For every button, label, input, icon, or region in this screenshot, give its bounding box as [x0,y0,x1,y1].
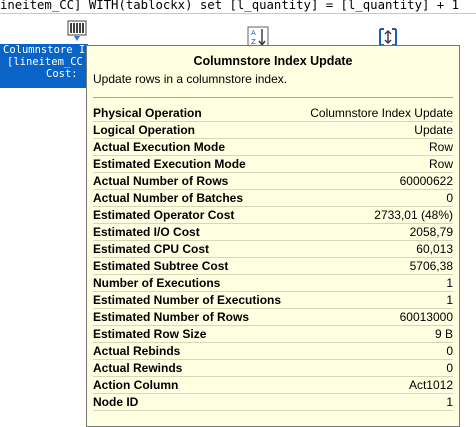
property-label: Actual Rewinds [93,361,183,375]
property-row: Actual Rebinds 0 [93,343,453,360]
property-value: 2058,79 [409,225,453,239]
property-label: Estimated Number of Rows [93,310,250,324]
property-value: Act1012 [408,378,453,392]
property-row: Actual Number of Rows 60000622 [93,173,453,190]
property-value: 1 [446,293,453,307]
property-row: Estimated Execution Mode Row [93,156,453,173]
tooltip-separator [93,97,453,98]
property-label: Logical Operation [93,123,196,137]
node-label-line1: Columnstore I [3,44,86,56]
node-label-line3: Cost: [46,68,78,80]
property-row: Number of Executions 1 [93,275,453,292]
property-value: 5706,38 [409,259,453,273]
property-row: Actual Execution Mode Row [93,139,453,156]
property-row: Physical Operation Columnstore Index Upda… [93,105,453,122]
svg-text:A: A [251,29,256,37]
plan-node-columnstore-update[interactable]: Columnstore I [lineitem_CC Cost: [0,44,88,88]
property-value: 1 [446,395,453,409]
tooltip-properties-table: Physical Operation Columnstore Index Upda… [93,105,453,411]
property-label: Physical Operation [93,106,202,120]
property-value: 60000622 [399,174,453,188]
operator-tooltip: Columnstore Index Update Update rows in … [86,45,460,427]
property-row: Estimated Row Size 9 B [93,326,453,343]
property-label: Action Column [93,378,179,392]
tooltip-title: Columnstore Index Update [193,54,353,68]
columnstore-index-update-icon[interactable] [66,20,88,42]
property-label: Estimated Operator Cost [93,208,235,222]
property-label: Estimated CPU Cost [93,242,210,256]
property-label: Estimated Subtree Cost [93,259,229,273]
property-label: Estimated Execution Mode [93,157,246,171]
property-value: 2733,01 (48%) [374,208,453,222]
property-value: Columnstore Index Update [310,106,453,120]
property-value: 1 [446,276,453,290]
property-label: Node ID [93,395,139,409]
property-value: 0 [446,344,453,358]
property-row: Actual Rewinds 0 [93,360,453,377]
property-value: 60,013 [416,242,453,256]
property-label: Actual Number of Rows [93,174,229,188]
property-row: Logical Operation Update [93,122,453,139]
property-row: Node ID 1 [93,394,453,411]
property-label: Actual Rebinds [93,344,181,358]
property-label: Number of Executions [93,276,221,290]
property-value: 0 [446,361,453,375]
property-label: Actual Execution Mode [93,140,226,154]
property-value: Update [414,123,453,137]
property-value: 9 B [434,327,453,341]
node-label-line2: [lineitem_CC [7,56,83,68]
property-label: Estimated Number of Executions [93,293,282,307]
query-text-line[interactable]: ineitem_CC] WITH(tablockx) set [l_quanti… [0,0,476,14]
property-row: Actual Number of Batches 0 [93,190,453,207]
property-value: 0 [446,191,453,205]
property-value: Row [428,140,453,154]
property-row: Action Column Act1012 [93,377,453,394]
property-row: Estimated CPU Cost 60,013 [93,241,453,258]
property-label: Estimated Row Size [93,327,207,341]
property-row: Estimated Operator Cost 2733,01 (48%) [93,207,453,224]
property-label: Estimated I/O Cost [93,225,200,239]
property-row: Estimated Number of Rows 60013000 [93,309,453,326]
property-value: 60013000 [399,310,453,324]
property-value: Row [428,157,453,171]
tooltip-description: Update rows in a columnstore index. [93,72,288,86]
property-row: Estimated I/O Cost 2058,79 [93,224,453,241]
property-row: Estimated Number of Executions 1 [93,292,453,309]
property-row: Estimated Subtree Cost 5706,38 [93,258,453,275]
property-label: Actual Number of Batches [93,191,244,205]
